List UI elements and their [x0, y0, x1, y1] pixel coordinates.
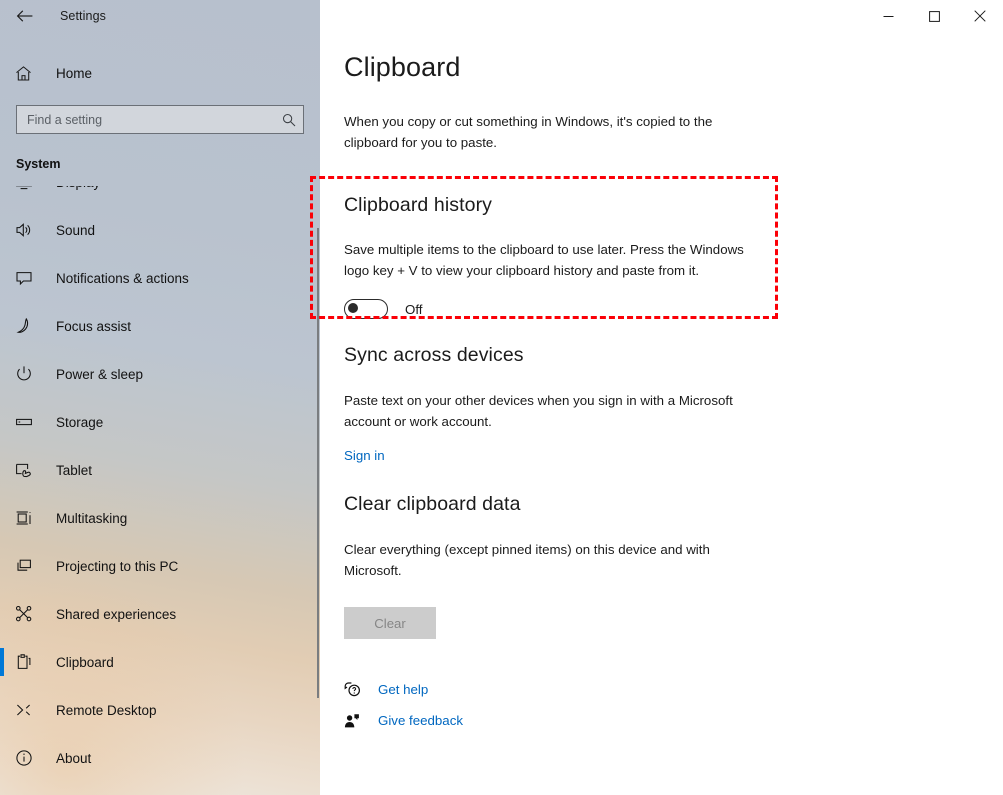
settings-window: Home System — [0, 0, 1003, 795]
sidebar-scrollbar[interactable] — [317, 228, 319, 698]
toggle-knob — [348, 303, 359, 314]
search-icon[interactable] — [281, 113, 297, 127]
clear-clipboard-data-section: Clear clipboard data Clear everything (e… — [344, 493, 774, 639]
sidebar-item-about-label: About — [56, 750, 92, 766]
clipboard-history-toggle-state: Off — [405, 301, 423, 317]
get-help-label: Get help — [378, 682, 429, 697]
clear-clipboard-description: Clear everything (except pinned items) o… — [344, 542, 710, 578]
sidebar-item-clipboard[interactable]: Clipboard — [0, 638, 320, 686]
multitasking-icon — [15, 506, 41, 530]
close-button[interactable] — [957, 0, 1003, 32]
sidebar: Home System — [0, 0, 320, 795]
sync-heading: Sync across devices — [344, 344, 524, 366]
clipboard-history-toggle[interactable] — [344, 299, 388, 319]
sidebar-section-label: System — [16, 157, 61, 171]
sidebar-item-multitasking[interactable]: Multitasking — [0, 494, 320, 542]
sign-in-link[interactable]: Sign in — [344, 448, 385, 463]
sidebar-item-projecting[interactable]: Projecting to this PC — [0, 542, 320, 590]
tablet-icon — [15, 458, 41, 482]
sidebar-item-remote-desktop-label: Remote Desktop — [56, 702, 157, 718]
sidebar-item-storage-label: Storage — [56, 414, 104, 430]
sidebar-item-home-label: Home — [56, 65, 93, 81]
info-icon — [15, 746, 41, 770]
remote-desktop-icon — [15, 698, 41, 722]
sidebar-item-shared-experiences[interactable]: Shared experiences — [0, 590, 320, 638]
minimize-button[interactable] — [865, 0, 911, 32]
sidebar-item-sound[interactable]: Sound — [0, 206, 320, 254]
moon-icon — [15, 314, 41, 338]
sidebar-item-remote-desktop[interactable]: Remote Desktop — [0, 686, 320, 734]
question-bubble-icon — [344, 681, 366, 698]
search-container — [16, 105, 304, 134]
sidebar-item-tablet[interactable]: Tablet — [0, 446, 320, 494]
sidebar-item-notifications[interactable]: Notifications & actions — [0, 254, 320, 302]
get-help-row[interactable]: Get help — [344, 674, 463, 705]
projecting-icon — [15, 554, 41, 578]
clipboard-history-description: Save multiple items to the clipboard to … — [344, 242, 744, 278]
window-controls — [865, 0, 1003, 32]
sidebar-item-sound-label: Sound — [56, 222, 96, 238]
page-title: Clipboard — [344, 52, 461, 82]
notifications-icon — [15, 266, 41, 290]
clipboard-history-heading: Clipboard history — [344, 194, 493, 216]
clear-button[interactable]: Clear — [344, 607, 436, 639]
help-links: Get help Give feedback — [344, 674, 463, 736]
sidebar-item-multitasking-label: Multitasking — [56, 510, 128, 526]
sidebar-nav-viewport: Display Sound — [0, 186, 320, 795]
storage-icon — [15, 410, 41, 434]
title-bar-left: Settings — [0, 0, 320, 32]
sync-across-devices-section: Sync across devices Paste text on your o… — [344, 344, 774, 465]
sidebar-item-power-sleep[interactable]: Power & sleep — [0, 350, 320, 398]
clipboard-icon — [15, 650, 41, 674]
main-content: Clipboard When you copy or cut something… — [320, 0, 1003, 795]
sidebar-nav-list: Display Sound — [0, 186, 320, 782]
feedback-person-icon — [344, 713, 366, 729]
sound-icon — [15, 218, 41, 242]
home-icon — [15, 65, 41, 82]
sidebar-item-home[interactable]: Home — [0, 56, 320, 90]
clipboard-history-section: Clipboard history Save multiple items to… — [344, 194, 774, 319]
back-button[interactable] — [2, 0, 48, 32]
app-title: Settings — [60, 9, 106, 23]
maximize-button[interactable] — [911, 0, 957, 32]
sidebar-item-focus-assist[interactable]: Focus assist — [0, 302, 320, 350]
sidebar-item-shared-experiences-label: Shared experiences — [56, 606, 177, 622]
sidebar-item-clipboard-label: Clipboard — [56, 654, 114, 670]
title-bar: Settings — [0, 0, 1003, 32]
sidebar-item-tablet-label: Tablet — [56, 462, 93, 478]
display-icon — [15, 186, 41, 194]
search-box[interactable] — [16, 105, 304, 134]
search-input[interactable] — [27, 112, 281, 127]
sync-description: Paste text on your other devices when yo… — [344, 393, 733, 429]
power-icon — [15, 362, 41, 386]
sidebar-item-projecting-label: Projecting to this PC — [56, 558, 179, 574]
clear-clipboard-heading: Clear clipboard data — [344, 493, 521, 515]
sidebar-item-display[interactable]: Display — [0, 186, 320, 206]
clipboard-history-toggle-row: Off — [344, 299, 774, 319]
sidebar-item-storage[interactable]: Storage — [0, 398, 320, 446]
sidebar-item-about[interactable]: About — [0, 734, 320, 782]
page-description: When you copy or cut something in Window… — [344, 114, 713, 150]
give-feedback-label: Give feedback — [378, 713, 464, 728]
shared-experiences-icon — [15, 602, 41, 626]
give-feedback-row[interactable]: Give feedback — [344, 705, 463, 736]
sidebar-item-notifications-label: Notifications & actions — [56, 270, 189, 286]
sidebar-item-focus-assist-label: Focus assist — [56, 318, 132, 334]
sidebar-item-power-sleep-label: Power & sleep — [56, 366, 144, 382]
sidebar-item-display-label: Display — [56, 186, 100, 190]
